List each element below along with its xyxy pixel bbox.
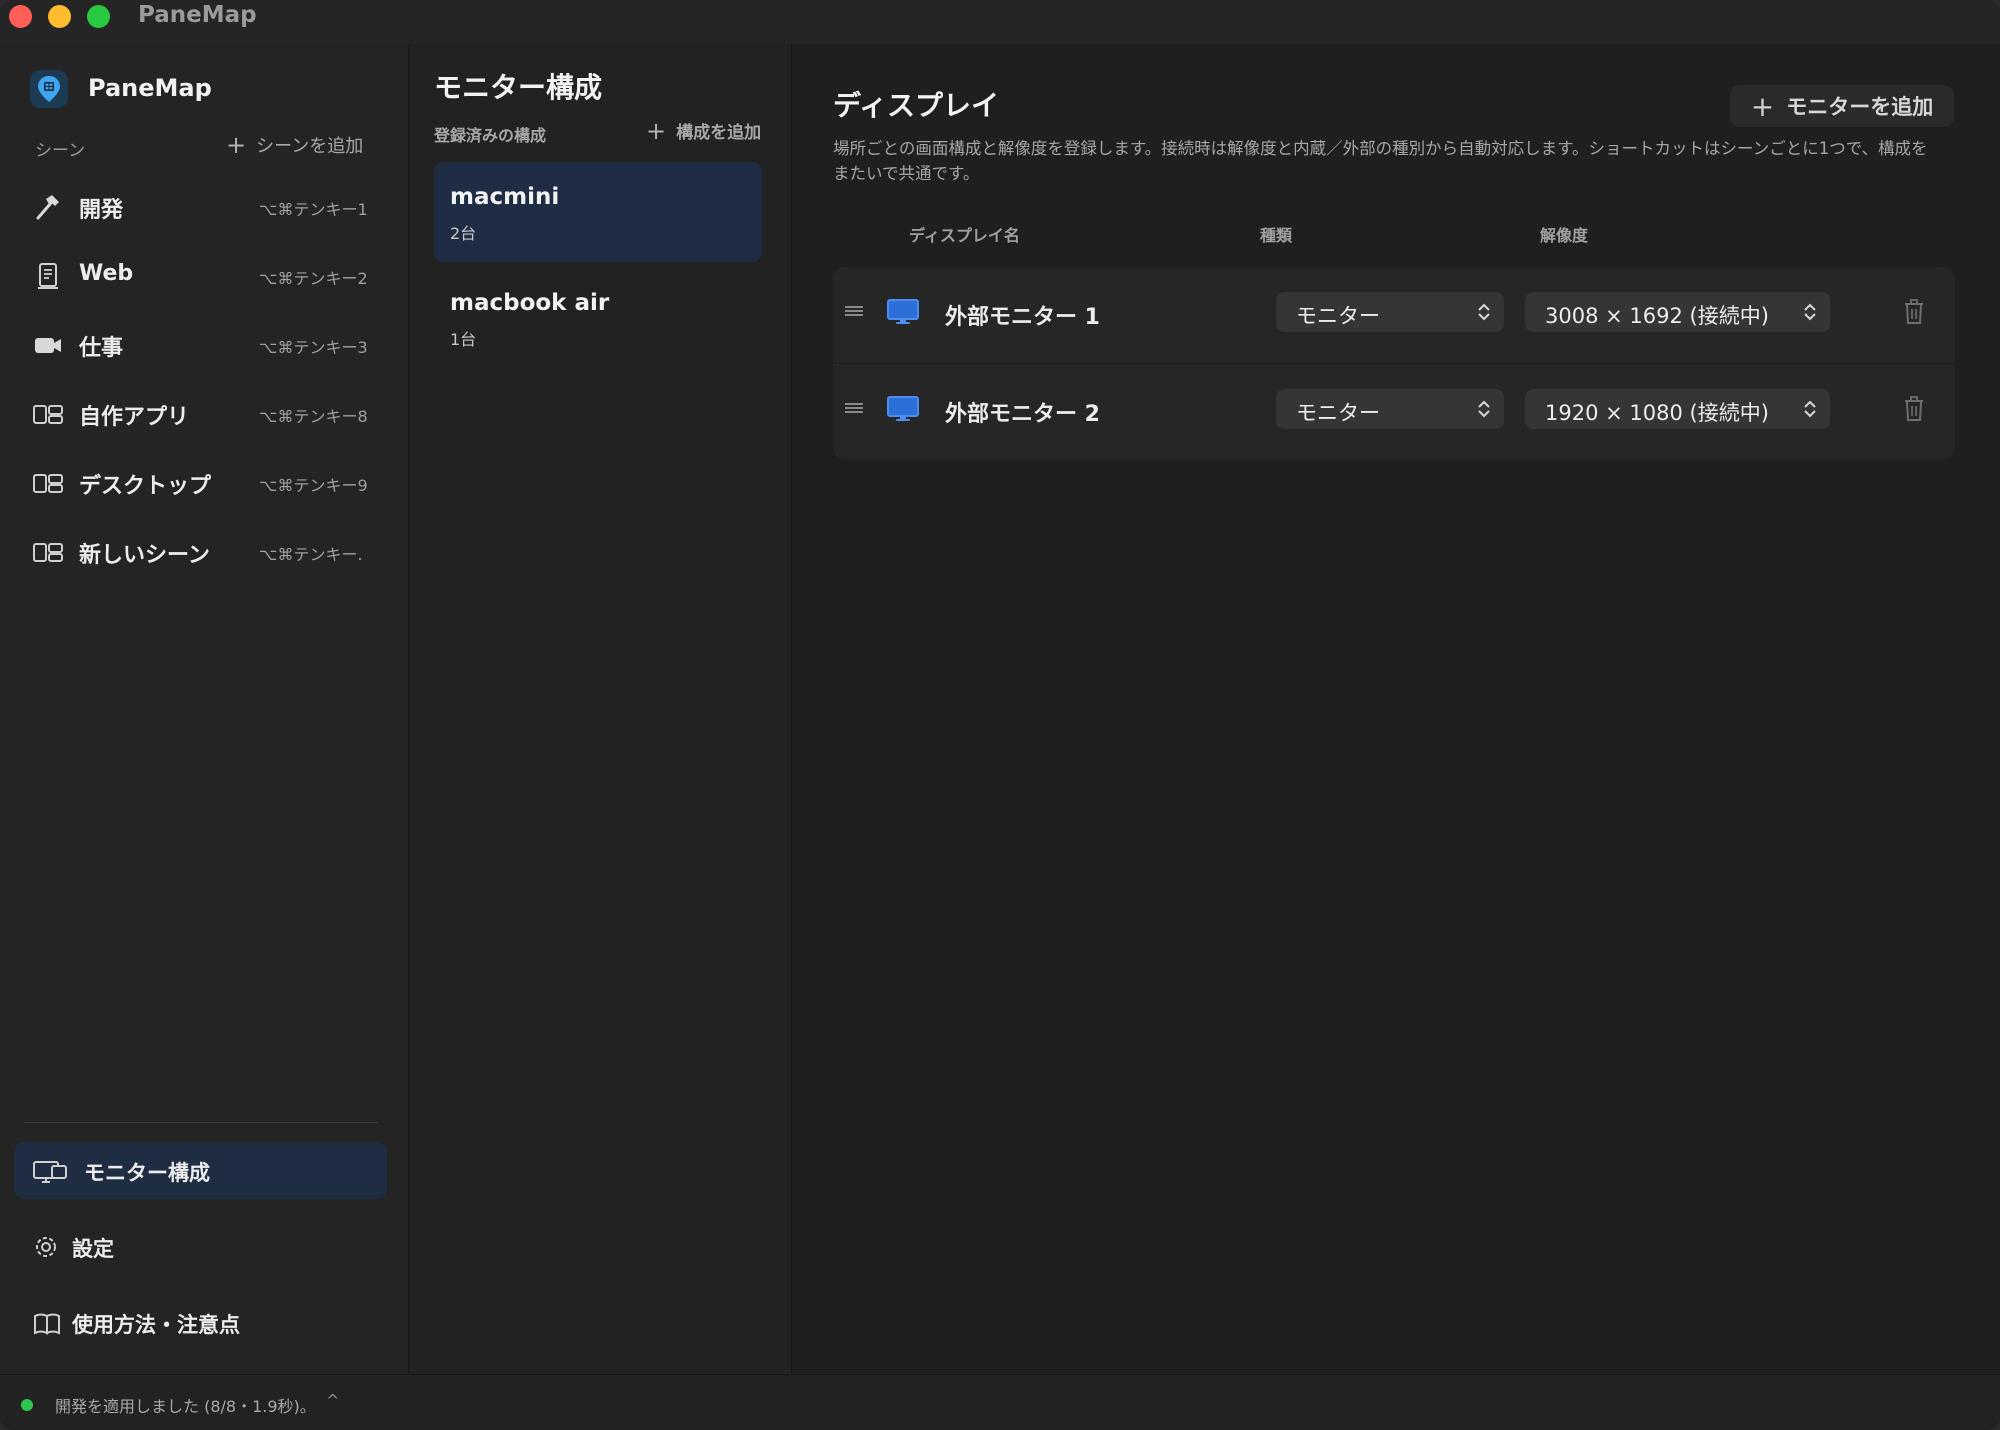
table-row: 外部モニター 2 モニター 1920 × 1080 (接続中) [833, 363, 1955, 459]
resolution-select[interactable]: 1920 × 1080 (接続中) [1525, 389, 1830, 429]
nav-settings[interactable]: 設定 [14, 1218, 387, 1275]
trash-icon[interactable] [1903, 299, 1925, 325]
app-name: PaneMap [88, 74, 212, 102]
scene-item-custom-app[interactable]: 自作アプリ ⌥⌘テンキー8 [14, 386, 388, 442]
sidebar: PaneMap シーン + シーンを追加 開発 ⌥⌘テンキー1 Web ⌥⌘テン… [0, 44, 409, 1374]
status-bar: 開発を適用しました (8/8・1.9秒)。 ^ [0, 1374, 2000, 1430]
nav-label: 使用方法・注意点 [72, 1313, 240, 1337]
status-indicator [21, 1399, 33, 1411]
plus-icon: + [646, 116, 667, 145]
nav-usage-notes[interactable]: 使用方法・注意点 [14, 1294, 387, 1351]
config-item-macmini[interactable]: macmini 2台 [434, 162, 762, 262]
config-name: macbook air [450, 290, 610, 316]
split-window-icon [33, 474, 63, 493]
table-row: 外部モニター 1 モニター 3008 × 1692 (接続中) [833, 267, 1955, 363]
status-text: 開発を適用しました (8/8・1.9秒)。 [55, 1397, 316, 1416]
display-type-value: モニター [1296, 304, 1380, 328]
config-name: macmini [450, 184, 560, 210]
close-window-button[interactable] [9, 5, 32, 28]
split-window-icon [33, 405, 63, 424]
minimize-window-button[interactable] [48, 5, 71, 28]
config-count: 1台 [450, 330, 477, 349]
monitor-icon [887, 396, 919, 421]
display-name[interactable]: 外部モニター 2 [945, 396, 1100, 428]
scene-shortcut: ⌥⌘テンキー3 [259, 338, 368, 357]
scenes-section-label: シーン [35, 141, 86, 161]
app-window: PaneMap PaneMap シーン + シーンを追加 開発 ⌥⌘テンキー1 … [0, 0, 2000, 1430]
column-header-type: 種類 [1260, 226, 1293, 245]
add-monitor-button[interactable]: + モニターを追加 [1730, 85, 1954, 127]
chevron-up-icon[interactable]: ^ [326, 1391, 339, 1410]
up-down-chevron-icon [1478, 303, 1490, 321]
plus-icon: + [226, 131, 247, 159]
display-name[interactable]: 外部モニター 1 [945, 299, 1100, 331]
book-icon [34, 1313, 60, 1335]
configurations-panel: モニター構成 登録済みの構成 + 構成を追加 macmini 2台 macboo… [410, 44, 792, 1374]
resolution-value: 3008 × 1692 (接続中) [1545, 304, 1769, 328]
scene-label: デスクトップ [79, 474, 212, 499]
trash-icon[interactable] [1903, 396, 1925, 422]
configurations-subtitle: 登録済みの構成 [434, 126, 547, 145]
scene-shortcut: ⌥⌘テンキー1 [259, 200, 368, 219]
document-icon [38, 263, 58, 289]
hammer-icon [36, 195, 59, 220]
display-type-select[interactable]: モニター [1276, 292, 1504, 332]
video-camera-icon [35, 338, 61, 353]
drag-handle-icon[interactable] [843, 300, 865, 322]
scene-label: 仕事 [79, 336, 124, 361]
gear-icon [36, 1237, 56, 1257]
displays-panel: ディスプレイ + モニターを追加 場所ごとの画面構成と解像度を登録します。接続時… [793, 44, 2000, 1374]
resolution-value: 1920 × 1080 (接続中) [1545, 401, 1769, 425]
sidebar-divider [24, 1122, 378, 1123]
up-down-chevron-icon [1804, 303, 1816, 321]
scene-shortcut: ⌥⌘テンキー8 [259, 407, 368, 426]
scene-label: 開発 [79, 198, 124, 223]
config-item-macbook-air[interactable]: macbook air 1台 [434, 268, 762, 368]
display-type-select[interactable]: モニター [1276, 389, 1504, 429]
scene-shortcut: ⌥⌘テンキー. [259, 545, 363, 564]
app-logo-icon [30, 70, 68, 108]
column-header-resolution: 解像度 [1540, 226, 1589, 245]
scene-item-desktop[interactable]: デスクトップ ⌥⌘テンキー9 [14, 455, 388, 511]
nav-label: モニター構成 [84, 1161, 210, 1185]
display-type-value: モニター [1296, 401, 1380, 425]
zoom-window-button[interactable] [87, 5, 110, 28]
add-config-button[interactable]: + 構成を追加 [646, 116, 762, 145]
add-config-label: 構成を追加 [676, 123, 762, 143]
drag-handle-icon[interactable] [843, 397, 865, 419]
config-count: 2台 [450, 224, 477, 243]
scene-item-web[interactable]: Web ⌥⌘テンキー2 [14, 248, 388, 304]
scene-shortcut: ⌥⌘テンキー9 [259, 476, 368, 495]
scene-shortcut: ⌥⌘テンキー2 [259, 269, 368, 288]
scene-item-dev[interactable]: 開発 ⌥⌘テンキー1 [14, 179, 388, 235]
scene-item-work[interactable]: 仕事 ⌥⌘テンキー3 [14, 317, 388, 373]
add-monitor-label: モニターを追加 [1786, 95, 1934, 119]
displays-title: ディスプレイ [833, 89, 1000, 122]
scene-label: Web [79, 261, 134, 286]
scene-label: 自作アプリ [79, 405, 190, 430]
displays-table: 外部モニター 1 モニター 3008 × 1692 (接続中) 外部モニター 2… [833, 267, 1955, 459]
column-header-name: ディスプレイ名 [909, 226, 1020, 245]
add-scene-label: シーンを追加 [256, 136, 364, 157]
scene-label: 新しいシーン [79, 543, 210, 568]
monitor-icon [887, 299, 919, 324]
displays-description: 場所ごとの画面構成と解像度を登録します。接続時は解像度と内蔵／外部の種別から自動… [833, 139, 1928, 183]
plus-icon: + [1750, 89, 1775, 123]
up-down-chevron-icon [1804, 400, 1816, 418]
add-scene-button[interactable]: + シーンを追加 [226, 132, 363, 158]
window-title: PaneMap [138, 2, 257, 28]
nav-monitor-config[interactable]: モニター構成 [14, 1142, 387, 1199]
displays-icon [33, 1161, 67, 1183]
resolution-select[interactable]: 3008 × 1692 (接続中) [1525, 292, 1830, 332]
configurations-title: モニター構成 [434, 71, 603, 104]
split-window-icon [33, 543, 63, 562]
title-bar: PaneMap [0, 0, 2000, 44]
up-down-chevron-icon [1478, 400, 1490, 418]
scene-item-new-scene[interactable]: 新しいシーン ⌥⌘テンキー. [14, 524, 388, 580]
nav-label: 設定 [72, 1237, 114, 1261]
